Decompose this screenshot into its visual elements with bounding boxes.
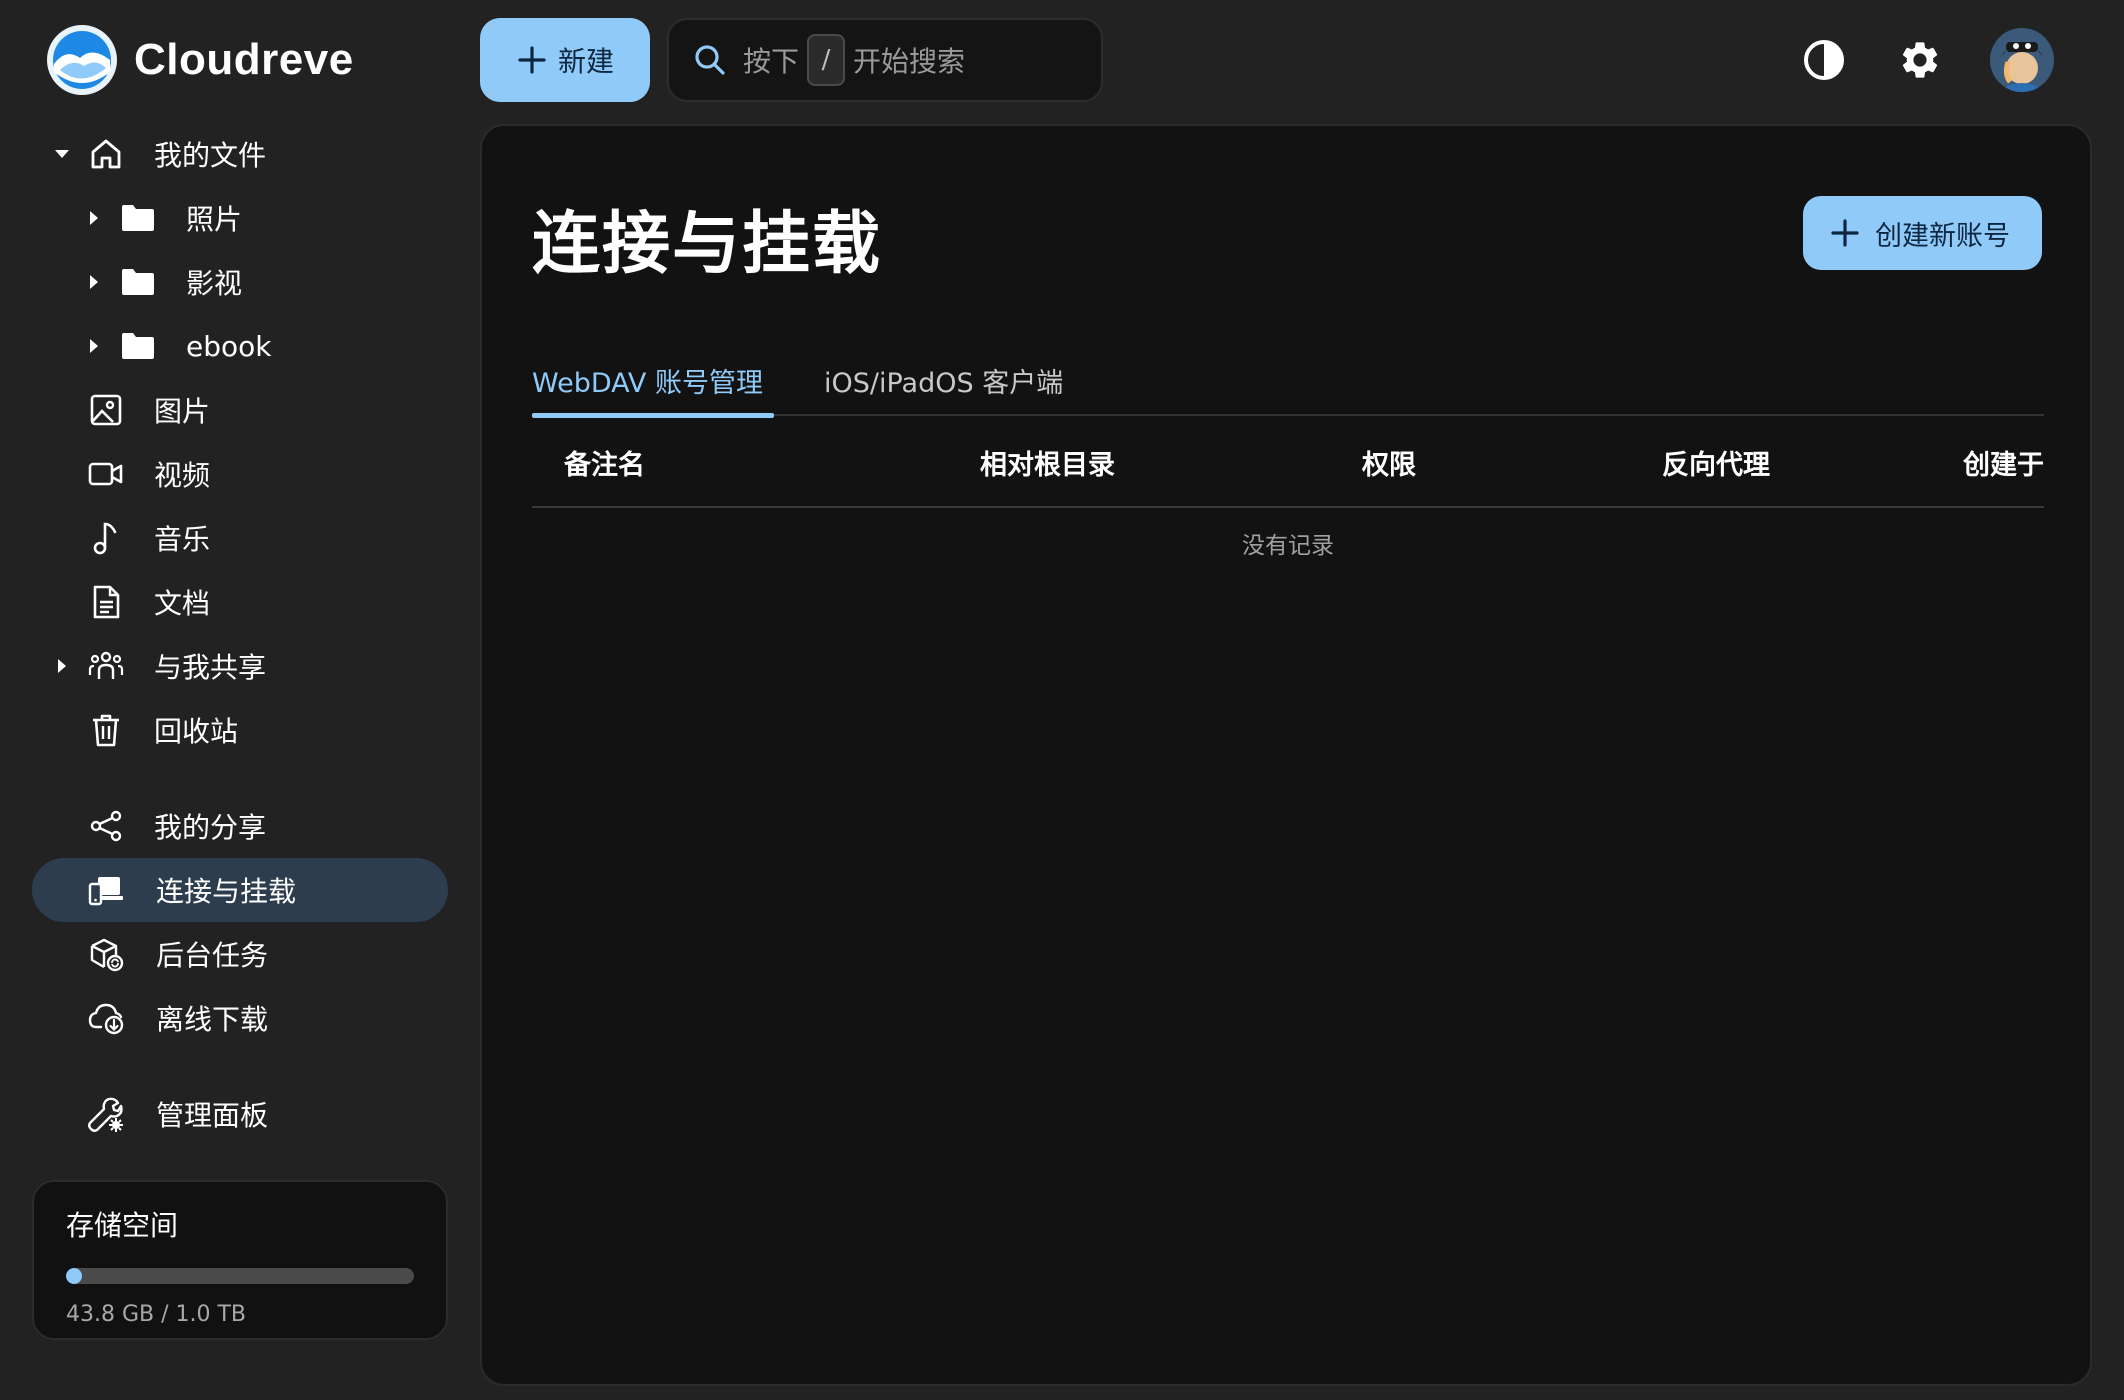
app-logo[interactable]: Cloudreve: [46, 24, 354, 96]
music-note-icon: [86, 518, 126, 558]
sidebar-item-label: 后台任务: [156, 939, 269, 972]
video-icon: [86, 454, 126, 494]
box-sync-icon: [86, 934, 126, 974]
caret-right-icon[interactable]: [50, 654, 74, 678]
search-input[interactable]: 按下 / 开始搜索: [667, 18, 1103, 102]
sidebar-folder-label: ebook: [186, 329, 272, 363]
sidebar-item-my-shares[interactable]: 我的分享: [32, 794, 448, 858]
column-header-reverse-proxy[interactable]: 反向代理: [1662, 416, 1770, 508]
caret-right-icon[interactable]: [82, 206, 106, 230]
folder-icon: [118, 326, 158, 366]
sidebar-item-label: 图片: [154, 395, 211, 428]
sidebar-item-label: 与我共享: [154, 651, 267, 684]
sidebar-item-label: 文档: [154, 587, 211, 620]
empty-state-text: 没有记录: [1242, 533, 1334, 559]
sidebar-item-label: 管理面板: [156, 1099, 269, 1132]
sidebar-item-music[interactable]: 音乐: [32, 506, 448, 570]
storage-card[interactable]: 存储空间 43.8 GB / 1.0 TB: [32, 1180, 448, 1340]
sidebar-item-connect-mount[interactable]: 连接与挂载: [32, 858, 448, 922]
main-panel: 连接与挂载 创建新账号 WebDAV 账号管理 iOS/iPadOS 客户端 备…: [480, 124, 2092, 1386]
sidebar-item-label: 音乐: [154, 523, 211, 556]
sidebar-item-label: 视频: [154, 459, 211, 492]
storage-title: 存储空间: [66, 1209, 179, 1242]
plus-icon: [1831, 219, 1859, 247]
sidebar-folder-videos[interactable]: 影视: [32, 250, 448, 314]
tab-bar: WebDAV 账号管理 iOS/iPadOS 客户端: [532, 344, 2044, 418]
storage-progress-bar: [66, 1268, 414, 1284]
tab-label: iOS/iPadOS 客户端: [824, 367, 1064, 399]
tab-webdav-accounts[interactable]: WebDAV 账号管理: [532, 344, 774, 418]
create-account-button[interactable]: 创建新账号: [1803, 196, 2042, 270]
search-hint-suffix: 开始搜索: [853, 45, 966, 78]
caret-right-icon[interactable]: [82, 334, 106, 358]
settings-button[interactable]: [1890, 30, 1950, 90]
folder-icon: [118, 198, 158, 238]
user-avatar[interactable]: [1990, 28, 2054, 92]
storage-progress-fill: [66, 1268, 82, 1284]
sidebar-folder-photos[interactable]: 照片: [32, 186, 448, 250]
sidebar-item-images[interactable]: 图片: [32, 378, 448, 442]
app-name: Cloudreve: [134, 35, 354, 84]
trash-icon: [86, 710, 126, 750]
avatar-image: [1990, 28, 2054, 92]
caret-right-icon[interactable]: [82, 270, 106, 294]
folder-icon: [118, 262, 158, 302]
create-account-label: 创建新账号: [1875, 220, 2010, 252]
storage-usage-text: 43.8 GB / 1.0 TB: [66, 1302, 247, 1327]
share-icon: [86, 806, 126, 846]
sidebar-folder-ebook[interactable]: ebook: [32, 314, 448, 378]
cloudreve-logo-icon: [47, 25, 117, 95]
people-group-icon: [86, 646, 126, 686]
page-title: 连接与挂载: [532, 205, 883, 284]
sidebar-item-documents[interactable]: 文档: [32, 570, 448, 634]
sidebar-item-trash[interactable]: 回收站: [32, 698, 448, 762]
cloud-download-icon: [86, 998, 126, 1038]
column-header-permission[interactable]: 权限: [1362, 416, 1416, 508]
caret-down-icon[interactable]: [50, 142, 74, 166]
tab-ios-client[interactable]: iOS/iPadOS 客户端: [824, 344, 1063, 416]
gear-icon: [1902, 42, 1938, 78]
sidebar-item-offline-download[interactable]: 离线下载: [32, 986, 448, 1050]
theme-toggle-button[interactable]: [1794, 30, 1854, 90]
sidebar-item-label: 回收站: [154, 715, 239, 748]
new-button-label: 新建: [557, 45, 614, 78]
plus-icon: [518, 46, 546, 74]
sidebar-item-background-tasks[interactable]: 后台任务: [32, 922, 448, 986]
home-icon: [86, 134, 126, 174]
column-header-created-at[interactable]: 创建于: [1963, 416, 2044, 508]
search-shortcut-key: /: [807, 34, 846, 86]
sidebar-item-video[interactable]: 视频: [32, 442, 448, 506]
image-icon: [86, 390, 126, 430]
sidebar-item-admin-panel[interactable]: 管理面板: [32, 1082, 448, 1146]
theme-contrast-icon: [1804, 40, 1844, 80]
new-button[interactable]: 新建: [480, 18, 650, 102]
devices-icon: [86, 870, 126, 910]
search-icon: [695, 45, 725, 75]
table-header: 备注名 相对根目录 权限 反向代理 创建于: [532, 416, 2044, 508]
sidebar-folder-label: 照片: [186, 203, 243, 236]
sidebar-folder-label: 影视: [186, 267, 243, 300]
sidebar-item-label: 连接与挂载: [156, 875, 297, 908]
sidebar-item-label: 我的文件: [154, 139, 267, 172]
search-hint-prefix: 按下: [743, 45, 800, 78]
sidebar-item-label: 离线下载: [156, 1003, 269, 1036]
sidebar-item-shared-with-me[interactable]: 与我共享: [32, 634, 448, 698]
tab-label: WebDAV 账号管理: [532, 367, 763, 399]
wrench-gear-icon: [86, 1094, 126, 1134]
column-header-remark[interactable]: 备注名: [564, 416, 645, 508]
column-header-root-dir[interactable]: 相对根目录: [980, 416, 1115, 508]
document-icon: [86, 582, 126, 622]
sidebar-item-my-files[interactable]: 我的文件: [32, 122, 448, 186]
sidebar-item-label: 我的分享: [154, 811, 267, 844]
